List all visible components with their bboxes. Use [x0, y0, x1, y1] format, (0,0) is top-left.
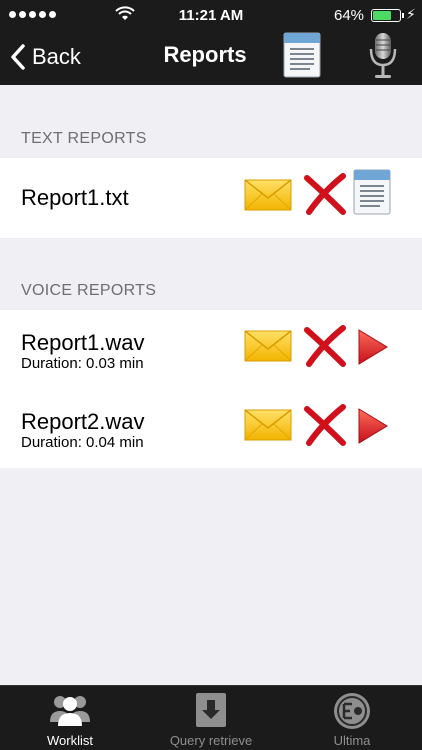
charging-bolt-icon: ⚡: [406, 6, 416, 22]
text-report-nav-icon[interactable]: [280, 31, 326, 79]
delete-icon[interactable]: [303, 403, 347, 447]
report-duration: Duration: 0.03 min: [21, 355, 144, 372]
tab-worklist[interactable]: Worklist: [0, 686, 140, 750]
report-name: Report1.wav: [21, 330, 145, 355]
email-icon[interactable]: [244, 176, 292, 214]
back-label: Back: [32, 44, 81, 69]
delete-icon[interactable]: [303, 324, 347, 368]
back-button[interactable]: Back: [10, 40, 81, 74]
play-icon[interactable]: [356, 327, 390, 367]
voice-reports-list: Report1.wav Duration: 0.03 min Report2.w…: [0, 310, 422, 468]
battery-percentage: 64%: [334, 7, 365, 24]
list-item[interactable]: Report1.wav Duration: 0.03 min: [0, 310, 422, 389]
list-item[interactable]: Report2.wav Duration: 0.04 min: [0, 389, 422, 468]
email-icon[interactable]: [244, 406, 292, 444]
tab-label: Worklist: [47, 733, 93, 748]
delete-icon[interactable]: [303, 172, 347, 216]
text-reports-list: Report1.txt: [0, 158, 422, 238]
play-icon[interactable]: [356, 406, 390, 446]
top-bar: 11:21 AM 64% ⚡ Back Reports: [0, 0, 422, 85]
status-bar: 11:21 AM 64% ⚡: [0, 0, 422, 30]
report-name: Report1.txt: [21, 185, 129, 210]
tab-label: Ultima: [333, 733, 371, 748]
report-name: Report2.wav: [21, 409, 145, 434]
report-duration: Duration: 0.04 min: [21, 434, 144, 451]
tab-query-retrieve[interactable]: Query retrieve: [141, 686, 281, 750]
download-icon: [196, 693, 226, 727]
chevron-left-icon: [11, 44, 25, 70]
voice-reports-header: VOICE REPORTS: [21, 282, 157, 299]
ultima-logo-icon: [334, 693, 370, 729]
page-title: Reports: [163, 42, 247, 67]
microphone-icon[interactable]: [366, 31, 400, 81]
tab-label: Query retrieve: [169, 733, 253, 748]
users-icon: [50, 696, 90, 726]
list-item[interactable]: Report1.txt: [0, 158, 422, 238]
tab-bar: Worklist Query retrieve Ultima: [0, 685, 422, 750]
battery-icon: [371, 9, 404, 22]
email-icon[interactable]: [244, 327, 292, 365]
document-icon[interactable]: [348, 166, 394, 218]
tab-ultima[interactable]: Ultima: [282, 686, 422, 750]
text-reports-header: TEXT REPORTS: [21, 130, 147, 147]
